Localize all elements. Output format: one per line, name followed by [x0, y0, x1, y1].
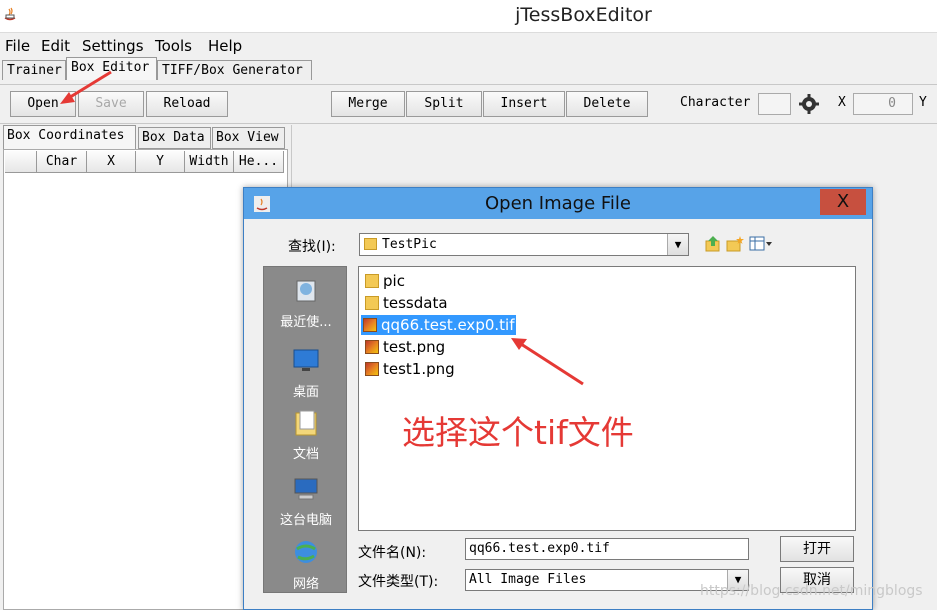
table-header: Char X Y Width He... [5, 151, 285, 173]
filetype-label: 文件类型(T): [358, 574, 439, 590]
place-label: 桌面 [292, 385, 319, 400]
folder-icon [365, 274, 379, 288]
menu-file[interactable]: File [5, 37, 30, 55]
place-label: 最近使... [280, 315, 332, 330]
filetype-value: All Image Files [469, 572, 587, 587]
window-title: jTessBoxEditor [515, 4, 652, 26]
open-image-dialog: Open Image File X 查找(I): TestPic ▼ 最近使..… [243, 187, 873, 610]
view-menu-icon[interactable] [749, 235, 773, 253]
file-name: test.png [383, 338, 446, 356]
menu-help[interactable]: Help [208, 37, 242, 55]
close-button[interactable]: X [820, 189, 866, 215]
list-item[interactable]: test1.png [363, 359, 457, 379]
look-in-select[interactable]: TestPic ▼ [359, 233, 689, 256]
list-item[interactable]: pic [363, 271, 407, 291]
reload-button[interactable]: Reload [146, 91, 228, 117]
annotation-arrow-icon [511, 338, 584, 386]
y-label: Y [919, 95, 927, 110]
insert-button[interactable]: Insert [483, 91, 565, 117]
file-name: tessdata [383, 294, 448, 312]
image-file-icon [365, 340, 379, 354]
merge-button[interactable]: Merge [331, 91, 405, 117]
tab-box-coordinates[interactable]: Box Coordinates [3, 125, 136, 150]
file-name: pic [383, 272, 405, 290]
folder-icon [365, 296, 379, 310]
menu-bar: File Edit Settings Tools Help [0, 33, 937, 58]
window-titlebar: jTessBoxEditor [0, 0, 937, 33]
col-y[interactable]: Y [136, 151, 185, 173]
character-label: Character [680, 95, 751, 110]
place-label: 网络 [292, 577, 319, 592]
col-width[interactable]: Width [185, 151, 234, 173]
desktop-icon [293, 349, 319, 371]
open-file-button[interactable]: 打开 [780, 536, 854, 562]
look-in-value: TestPic [382, 237, 437, 252]
chevron-down-icon[interactable]: ▼ [667, 234, 688, 255]
character-field[interactable] [758, 93, 791, 115]
split-button[interactable]: Split [406, 91, 482, 117]
place-this-pc[interactable]: 这台电脑 [264, 475, 348, 528]
tab-tiff-box-generator[interactable]: TIFF/Box Generator [157, 60, 312, 80]
dialog-title: Open Image File [484, 193, 631, 214]
menu-edit[interactable]: Edit [41, 37, 70, 55]
col-char[interactable]: Char [37, 151, 87, 173]
list-item[interactable]: test.png [363, 337, 447, 357]
menu-settings[interactable]: Settings [82, 37, 144, 55]
list-item-selected[interactable]: qq66.test.exp0.tif [361, 315, 517, 335]
places-bar: 最近使... 桌面 文档 这台电脑 网络 [263, 266, 347, 593]
place-label: 文档 [292, 447, 319, 462]
x-spinner[interactable]: 0 [853, 93, 913, 115]
dialog-titlebar: Open Image File X [244, 188, 872, 219]
main-tabs: Trainer Box Editor TIFF/Box Generator [0, 57, 937, 83]
file-list[interactable]: pic tessdata qq66.test.exp0.tif test.png… [358, 266, 856, 531]
tab-box-view[interactable]: Box View [212, 127, 285, 149]
file-name: qq66.test.exp0.tif [381, 316, 515, 334]
filename-label: 文件名(N): [358, 545, 427, 561]
recent-icon [296, 280, 316, 302]
place-label: 这台电脑 [279, 513, 332, 528]
documents-icon [295, 410, 317, 436]
watermark: https://blog.csdn.net/mingblogs [700, 583, 923, 599]
list-item[interactable]: tessdata [363, 293, 450, 313]
place-desktop[interactable]: 桌面 [264, 347, 348, 400]
look-in-label: 查找(I): [288, 239, 336, 255]
x-label: X [838, 95, 846, 110]
col-x[interactable]: X [87, 151, 136, 173]
new-folder-icon[interactable] [726, 235, 744, 253]
annotation-arrow-icon [60, 70, 112, 104]
annotation-text: 选择这个tif文件 [402, 413, 634, 452]
file-name: test1.png [383, 360, 455, 378]
gear-icon[interactable] [798, 93, 820, 115]
up-folder-icon[interactable] [704, 235, 722, 253]
col-blank [5, 151, 37, 173]
image-file-icon [365, 362, 379, 376]
tab-box-data[interactable]: Box Data [138, 127, 211, 149]
place-documents[interactable]: 文档 [264, 409, 348, 462]
folder-icon [364, 238, 377, 250]
col-height[interactable]: He... [234, 151, 284, 173]
filename-field[interactable]: qq66.test.exp0.tif [465, 538, 749, 560]
image-file-icon [363, 318, 377, 332]
toolbar: Open Save Reload Merge Split Insert Dele… [0, 84, 937, 124]
menu-tools[interactable]: Tools [155, 37, 192, 55]
network-icon [295, 541, 317, 563]
computer-icon [294, 478, 318, 500]
place-network[interactable]: 网络 [264, 539, 348, 592]
box-tabs: Box Coordinates Box Data Box View [3, 125, 288, 150]
place-recent[interactable]: 最近使... [264, 277, 348, 330]
delete-button[interactable]: Delete [566, 91, 648, 117]
